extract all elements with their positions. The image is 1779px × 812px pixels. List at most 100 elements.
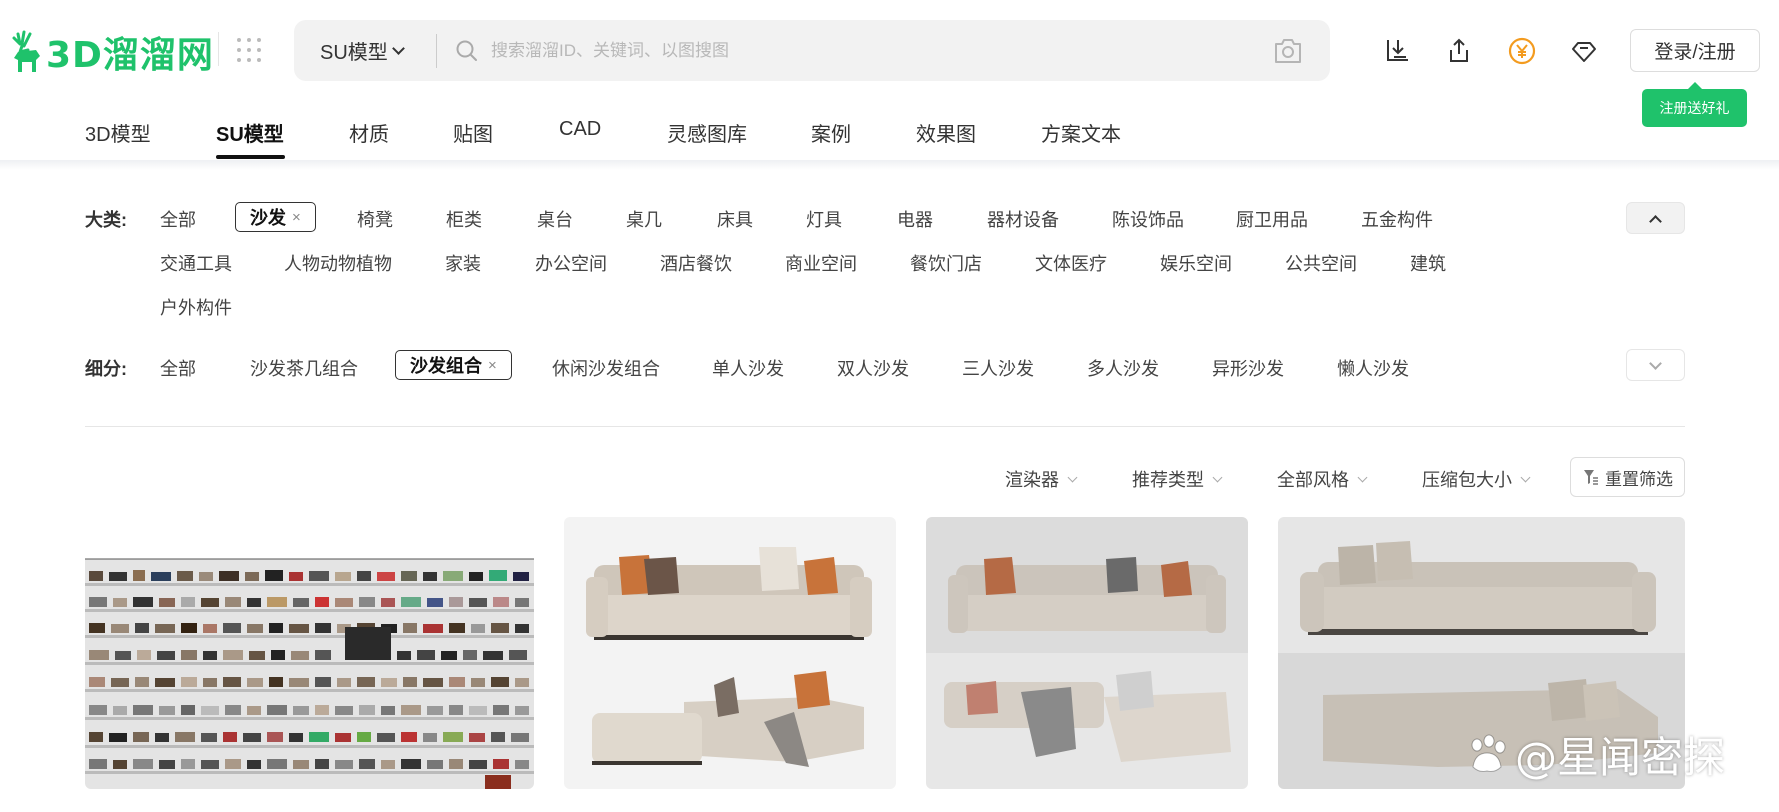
search-bar: SU模型 <box>294 20 1330 81</box>
login-register-button[interactable]: 登录/注册 <box>1630 29 1760 72</box>
search-input[interactable] <box>479 20 1272 81</box>
subcategory-option[interactable]: 异形沙发 <box>1212 355 1284 381</box>
chevron-down-icon <box>1357 472 1368 482</box>
subcategory-option[interactable]: 休闲沙发组合 <box>552 355 660 381</box>
category-option[interactable]: 商业空间 <box>785 250 857 276</box>
category-option[interactable]: 酒店餐饮 <box>660 250 732 276</box>
upload-icon[interactable] <box>1444 36 1474 66</box>
watermark: @星闻密探 <box>1465 724 1725 785</box>
category-option[interactable]: 厨卫用品 <box>1236 206 1308 232</box>
subcategory-option[interactable]: 多人沙发 <box>1087 355 1159 381</box>
close-icon[interactable]: × <box>292 209 301 226</box>
watermark-text: @星闻密探 <box>1515 733 1726 782</box>
category-option[interactable]: 椅凳 <box>357 206 393 232</box>
model-card-modular-sofa[interactable] <box>926 517 1248 789</box>
expand-subcategories-button[interactable] <box>1626 349 1685 381</box>
package-size-dropdown[interactable]: 压缩包大小 <box>1422 466 1531 492</box>
category-label: 大类: <box>85 210 127 230</box>
download-icon[interactable] <box>1382 36 1412 66</box>
search-icon <box>455 39 479 63</box>
category-option[interactable]: 桌几 <box>626 206 662 232</box>
category-option[interactable]: 柜类 <box>446 206 482 232</box>
search-divider <box>436 33 437 68</box>
nav-3d-models[interactable]: 3D模型 <box>85 118 151 147</box>
package-size-label: 压缩包大小 <box>1422 470 1512 490</box>
nav-cad[interactable]: CAD <box>559 118 601 141</box>
model-thumbnail <box>85 517 534 789</box>
category-option[interactable]: 办公空间 <box>535 250 607 276</box>
category-option[interactable]: 文体医疗 <box>1035 250 1107 276</box>
subcategory-selected-chip[interactable]: 沙发组合 × <box>395 350 512 380</box>
model-thumbnail <box>926 517 1248 789</box>
close-icon[interactable]: × <box>488 357 497 374</box>
category-option[interactable]: 全部 <box>160 206 196 232</box>
category-selected-label: 沙发 <box>250 208 286 228</box>
reset-filters-label: 重置筛选 <box>1605 469 1673 489</box>
reset-filters-button[interactable]: 重置筛选 <box>1570 457 1685 497</box>
search-category-select[interactable]: SU模型 <box>294 20 436 81</box>
category-option[interactable]: 家装 <box>445 250 481 276</box>
category-option[interactable]: 器材设备 <box>987 206 1059 232</box>
deer-logo-icon <box>12 30 40 72</box>
main-nav: 3D模型 SU模型 材质 贴图 CAD 灵感图库 案例 效果图 方案文本 <box>0 104 1779 162</box>
category-option[interactable]: 床具 <box>717 206 753 232</box>
category-option[interactable]: 桌台 <box>537 206 573 232</box>
nav-textures[interactable]: 贴图 <box>453 118 493 147</box>
category-option[interactable]: 公共空间 <box>1285 250 1357 276</box>
top-header: 3D溜溜网 SU模型 登录/注册 注册送好礼 <box>0 0 1779 127</box>
chevron-down-icon <box>1067 472 1078 482</box>
chevron-down-icon <box>1649 357 1662 370</box>
paw-logo-icon <box>1471 734 1506 772</box>
category-option[interactable]: 餐饮门店 <box>910 250 982 276</box>
nav-proposal-text[interactable]: 方案文本 <box>1041 118 1121 147</box>
nav-su-models[interactable]: SU模型 <box>216 118 284 147</box>
model-thumbnail <box>564 517 896 789</box>
subcategory-label: 细分: <box>85 359 127 379</box>
logo-divider <box>218 32 219 66</box>
chevron-down-icon <box>391 41 405 55</box>
nav-inspiration[interactable]: 灵感图库 <box>667 118 747 147</box>
chevron-down-icon <box>1520 472 1531 482</box>
apps-grid-icon[interactable] <box>237 38 261 62</box>
renderer-label: 渲染器 <box>1005 470 1059 490</box>
subcategory-option[interactable]: 沙发茶几组合 <box>250 355 358 381</box>
subcategory-option[interactable]: 单人沙发 <box>712 355 784 381</box>
recommend-type-dropdown[interactable]: 推荐类型 <box>1132 466 1223 492</box>
site-logo[interactable]: 3D溜溜网 <box>10 26 214 78</box>
collapse-categories-button[interactable] <box>1626 202 1685 234</box>
style-dropdown[interactable]: 全部风格 <box>1277 466 1368 492</box>
subcategory-selected-label: 沙发组合 <box>410 356 482 376</box>
nav-materials[interactable]: 材质 <box>349 118 389 147</box>
category-option[interactable]: 户外构件 <box>160 294 232 320</box>
category-option[interactable]: 灯具 <box>806 206 842 232</box>
nav-cases[interactable]: 案例 <box>811 118 851 147</box>
category-option[interactable]: 人物动物植物 <box>284 250 392 276</box>
chevron-down-icon <box>1212 472 1223 482</box>
category-option[interactable]: 五金构件 <box>1361 206 1433 232</box>
model-card-beige-sofa-set[interactable] <box>564 517 896 789</box>
nav-active-underline <box>216 155 285 159</box>
category-option[interactable]: 电器 <box>897 206 933 232</box>
nav-renderings[interactable]: 效果图 <box>916 118 976 147</box>
diamond-icon[interactable] <box>1569 36 1599 66</box>
chevron-up-icon <box>1649 215 1662 228</box>
style-label: 全部风格 <box>1277 470 1349 490</box>
camera-icon[interactable] <box>1272 37 1304 65</box>
category-option[interactable]: 交通工具 <box>160 250 232 276</box>
subcategory-option[interactable]: 双人沙发 <box>837 355 909 381</box>
coin-icon[interactable] <box>1507 36 1537 66</box>
category-option[interactable]: 娱乐空间 <box>1160 250 1232 276</box>
subcategory-option[interactable]: 全部 <box>160 355 196 381</box>
subcategory-option[interactable]: 三人沙发 <box>962 355 1034 381</box>
subcategory-option[interactable]: 懒人沙发 <box>1337 355 1409 381</box>
logo-text: 3D溜溜网 <box>46 35 214 76</box>
filter-divider <box>85 426 1685 427</box>
filter-funnel-icon <box>1584 470 1598 485</box>
recommend-type-label: 推荐类型 <box>1132 470 1204 490</box>
category-selected-chip[interactable]: 沙发 × <box>235 202 316 232</box>
renderer-dropdown[interactable]: 渲染器 <box>1005 466 1078 492</box>
model-card-sofa-collection-library[interactable] <box>85 517 534 789</box>
category-option[interactable]: 建筑 <box>1410 250 1446 276</box>
category-option[interactable]: 陈设饰品 <box>1112 206 1184 232</box>
search-category-label: SU模型 <box>320 42 388 64</box>
